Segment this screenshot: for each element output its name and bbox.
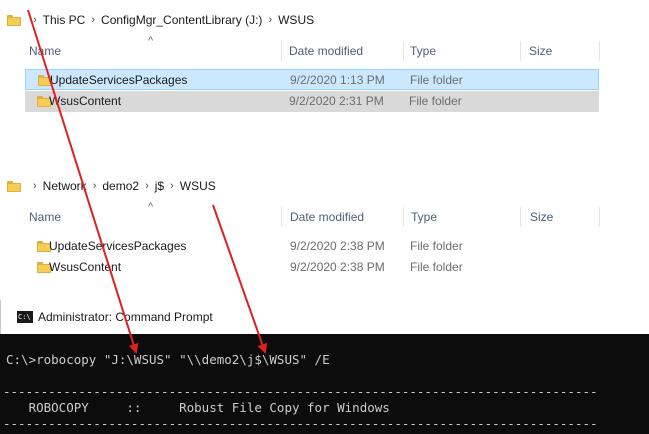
separator-line: ----------------------------------------… [3, 384, 598, 399]
command-line: C:\>robocopy "J:\WSUS" "\\demo2\j$\WSUS"… [6, 352, 330, 367]
title-bar[interactable]: C:\ Administrator: Command Prompt [0, 300, 649, 334]
chevron-right-icon: › [33, 14, 37, 26]
list-item[interactable]: UpdateServicesPackages 9/2/2020 1:13 PM … [25, 69, 599, 90]
column-divider[interactable] [281, 207, 282, 227]
breadcrumb-share[interactable]: j$ [155, 179, 164, 193]
item-name: UpdateServicesPackages [49, 239, 187, 253]
item-name: WsusContent [49, 260, 122, 274]
breadcrumb-host[interactable]: demo2 [102, 179, 139, 193]
command-prompt-window: C:\ Administrator: Command Prompt C:\>ro… [0, 300, 649, 434]
column-size[interactable]: Size [530, 205, 553, 229]
list-item[interactable]: UpdateServicesPackages 9/2/2020 2:38 PM … [25, 236, 599, 257]
column-divider[interactable] [599, 207, 600, 227]
item-date: 9/2/2020 2:38 PM [290, 260, 385, 274]
list-item[interactable]: WsusContent 9/2/2020 2:38 PM File folder [25, 257, 599, 278]
item-type: File folder [409, 94, 462, 108]
column-divider[interactable] [403, 41, 404, 61]
sort-ascending-icon: ^ [148, 201, 154, 213]
chevron-right-icon: › [91, 14, 96, 26]
item-type: File folder [410, 73, 463, 87]
column-name[interactable]: Name [29, 39, 61, 63]
column-size[interactable]: Size [529, 39, 552, 63]
item-name: WsusContent [49, 94, 122, 108]
chevron-right-icon: › [268, 14, 273, 26]
breadcrumb-wsus[interactable]: WSUS [278, 13, 314, 27]
item-date: 9/2/2020 2:38 PM [290, 239, 385, 253]
column-header-row: ^ Name Date modified Type Size [24, 35, 649, 63]
explorer-window-network: › Network › demo2 › j$ › WSUS ^ Name Dat… [0, 170, 649, 295]
folder-icon [7, 14, 21, 26]
item-name: UpdateServicesPackages [50, 73, 188, 87]
column-divider[interactable] [520, 207, 521, 227]
column-date-modified[interactable]: Date modified [290, 205, 364, 229]
banner-line: ROBOCOPY :: Robust File Copy for Windows [6, 400, 390, 415]
column-divider[interactable] [599, 41, 600, 61]
item-type: File folder [410, 239, 463, 253]
chevron-right-icon: › [33, 180, 37, 192]
item-type: File folder [410, 260, 463, 274]
console-icon: C:\ [17, 311, 33, 323]
breadcrumb-wsus[interactable]: WSUS [180, 179, 216, 193]
column-type[interactable]: Type [410, 39, 436, 63]
column-divider[interactable] [281, 41, 282, 61]
chevron-right-icon: › [145, 180, 149, 192]
explorer-window-local: › This PC › ConfigMgr_ContentLibrary (J:… [0, 0, 649, 130]
item-date: 9/2/2020 1:13 PM [290, 73, 385, 87]
chevron-right-icon: › [92, 180, 97, 192]
breadcrumb-drive[interactable]: ConfigMgr_ContentLibrary (J:) [101, 13, 262, 27]
chevron-right-icon: › [170, 180, 174, 192]
breadcrumb-network[interactable]: Network [43, 179, 87, 193]
item-date: 9/2/2020 2:31 PM [289, 94, 384, 108]
column-name[interactable]: Name [29, 205, 61, 229]
breadcrumb-this-pc[interactable]: This PC [43, 13, 86, 27]
address-bar[interactable]: › This PC › ConfigMgr_ContentLibrary (J:… [0, 10, 649, 30]
column-date-modified[interactable]: Date modified [289, 39, 363, 63]
folder-icon [7, 180, 21, 192]
address-bar[interactable]: › Network › demo2 › j$ › WSUS [0, 176, 649, 196]
sort-ascending-icon: ^ [148, 35, 154, 47]
console-output[interactable]: C:\>robocopy "J:\WSUS" "\\demo2\j$\WSUS"… [0, 334, 649, 434]
column-divider[interactable] [520, 41, 521, 61]
window-title: Administrator: Command Prompt [38, 310, 213, 324]
column-divider[interactable] [403, 207, 404, 227]
separator-line: ----------------------------------------… [3, 416, 598, 431]
list-item[interactable]: WsusContent 9/2/2020 2:31 PM File folder [25, 91, 599, 112]
column-header-row: ^ Name Date modified Type Size [24, 201, 649, 229]
column-type[interactable]: Type [411, 205, 437, 229]
